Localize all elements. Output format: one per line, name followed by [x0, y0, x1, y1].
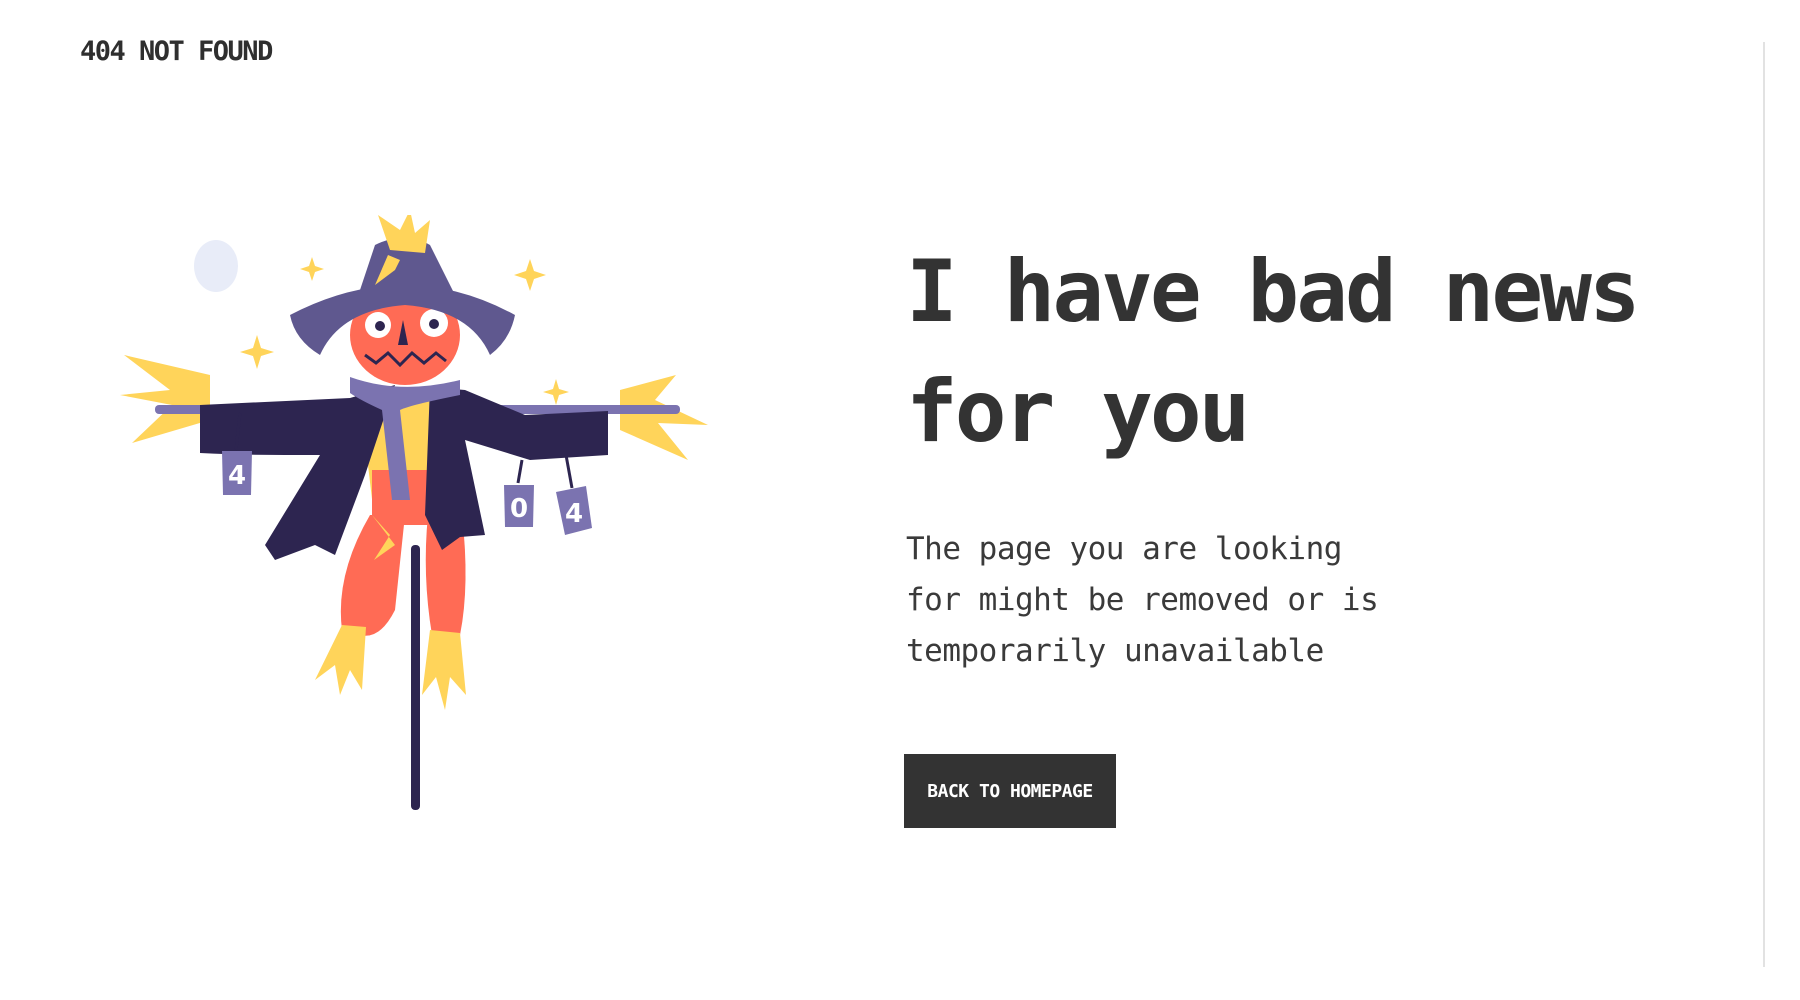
straw-right — [620, 375, 708, 460]
leg-left — [340, 515, 405, 636]
hanging-can-right: 4 — [556, 454, 592, 535]
error-message: The page you are looking for might be re… — [906, 524, 1426, 677]
scrollbar[interactable] — [1763, 42, 1765, 967]
headline: I have bad news for you — [906, 232, 1726, 472]
message-line-3: temporarily unavailable — [906, 633, 1324, 669]
message-line-2: for might be removed or is — [906, 582, 1379, 618]
moon-icon — [194, 240, 238, 292]
error-content: I have bad news for you The page you are… — [904, 232, 1726, 828]
straw-foot-right — [422, 630, 466, 710]
headline-line-2: for you — [906, 362, 1250, 462]
straw-left — [120, 355, 210, 443]
back-to-homepage-button[interactable]: BACK TO HOMEPAGE — [904, 754, 1116, 828]
can-label-left: 4 — [228, 461, 246, 491]
can-label-middle: 0 — [510, 494, 528, 524]
scarecrow-illustration: 4 0 4 — [120, 215, 708, 810]
can-label-right: 4 — [565, 499, 583, 529]
hanging-can-middle: 0 — [504, 459, 534, 527]
message-line-1: The page you are looking — [906, 531, 1342, 567]
straw-foot-left — [315, 625, 366, 695]
pole — [411, 545, 420, 810]
brand-logo[interactable]: 404 NOT FOUND — [80, 36, 273, 67]
headline-line-1: I have bad news — [906, 242, 1641, 342]
